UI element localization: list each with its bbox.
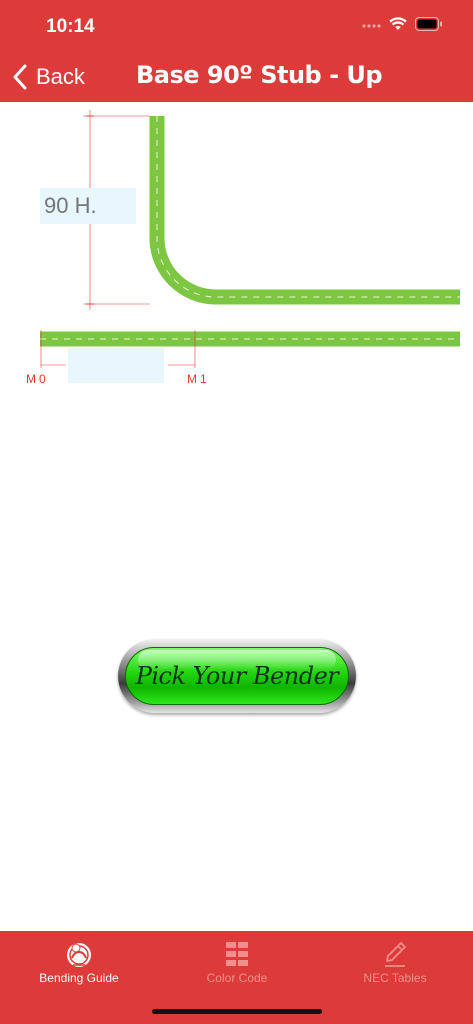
grid-icon (226, 942, 248, 966)
home-indicator (152, 1009, 322, 1014)
tab-color-code[interactable]: Color Code (158, 931, 316, 991)
back-button[interactable]: Back (12, 60, 85, 94)
bent-conduit (149, 116, 460, 305)
tab-nec-tables[interactable]: NEC Tables (316, 931, 473, 991)
status-bar: 10:14 (0, 0, 473, 52)
chevron-left-icon (13, 64, 27, 90)
bender-logo-icon (67, 943, 91, 967)
tab-bending-guide[interactable]: Bending Guide (0, 931, 158, 991)
status-time: 10:14 (46, 16, 95, 37)
pencil-icon (385, 942, 406, 967)
status-icons (361, 17, 443, 31)
bender-button-face: Pick Your Bender (125, 647, 349, 705)
mark-m1-label: M1 (187, 372, 210, 386)
navigation-bar: Back Base 90º Stub - Up (0, 52, 473, 102)
page-title: Base 90º Stub - Up (136, 61, 383, 89)
wifi-icon (389, 17, 407, 30)
length-input[interactable] (68, 348, 164, 383)
pick-your-bender-button[interactable]: Pick Your Bender (118, 639, 356, 713)
signal-icon (362, 24, 381, 28)
bender-button-label: Pick Your Bender (135, 662, 339, 690)
tab-label: Color Code (206, 971, 268, 985)
battery-icon (415, 17, 442, 31)
height-input[interactable] (40, 188, 136, 224)
mark-m0-label: M0 (26, 372, 49, 386)
back-label: Back (36, 64, 85, 89)
tab-label: Bending Guide (39, 971, 119, 985)
tab-label: NEC Tables (363, 971, 427, 985)
